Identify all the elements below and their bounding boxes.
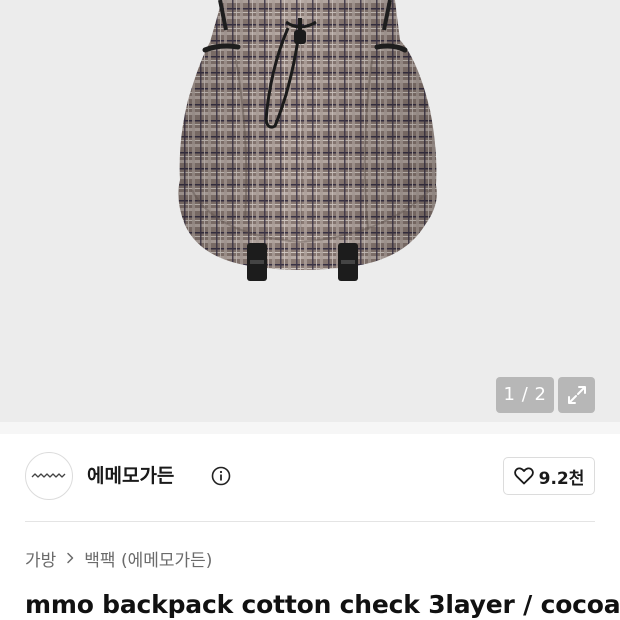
product-image-gallery[interactable]: 1 / 2 — [0, 0, 620, 422]
image-counter: 1 / 2 — [496, 377, 554, 413]
seller-name[interactable]: 에메모가든 — [87, 463, 174, 489]
product-image — [178, 0, 437, 281]
like-button[interactable]: 9.2천 — [503, 457, 595, 495]
seller-row: 에메모가든 9.2천 — [25, 452, 595, 502]
expand-image-button[interactable] — [558, 377, 595, 413]
chevron-right-icon — [67, 552, 74, 564]
breadcrumb-category[interactable]: 가방 — [25, 546, 56, 571]
breadcrumb-subcategory[interactable]: 백팩 (에메모가든) — [84, 546, 212, 571]
product-detail-page: 1 / 2 에메모가든 9.2천 가방 백팩 (에메모가든) mmo backp… — [0, 0, 620, 620]
like-count: 9.2천 — [538, 468, 585, 489]
seller-logo[interactable] — [25, 452, 73, 500]
section-divider — [0, 422, 620, 434]
divider — [25, 521, 595, 522]
expand-arrows-icon — [567, 386, 586, 404]
info-circle-icon[interactable] — [211, 466, 231, 486]
wave-logo-icon — [31, 473, 66, 478]
product-title: mmo backpack cotton check 3layer / cocoa — [25, 590, 620, 619]
heart-outline-icon — [513, 467, 534, 485]
breadcrumb: 가방 백팩 (에메모가든) — [25, 546, 212, 571]
